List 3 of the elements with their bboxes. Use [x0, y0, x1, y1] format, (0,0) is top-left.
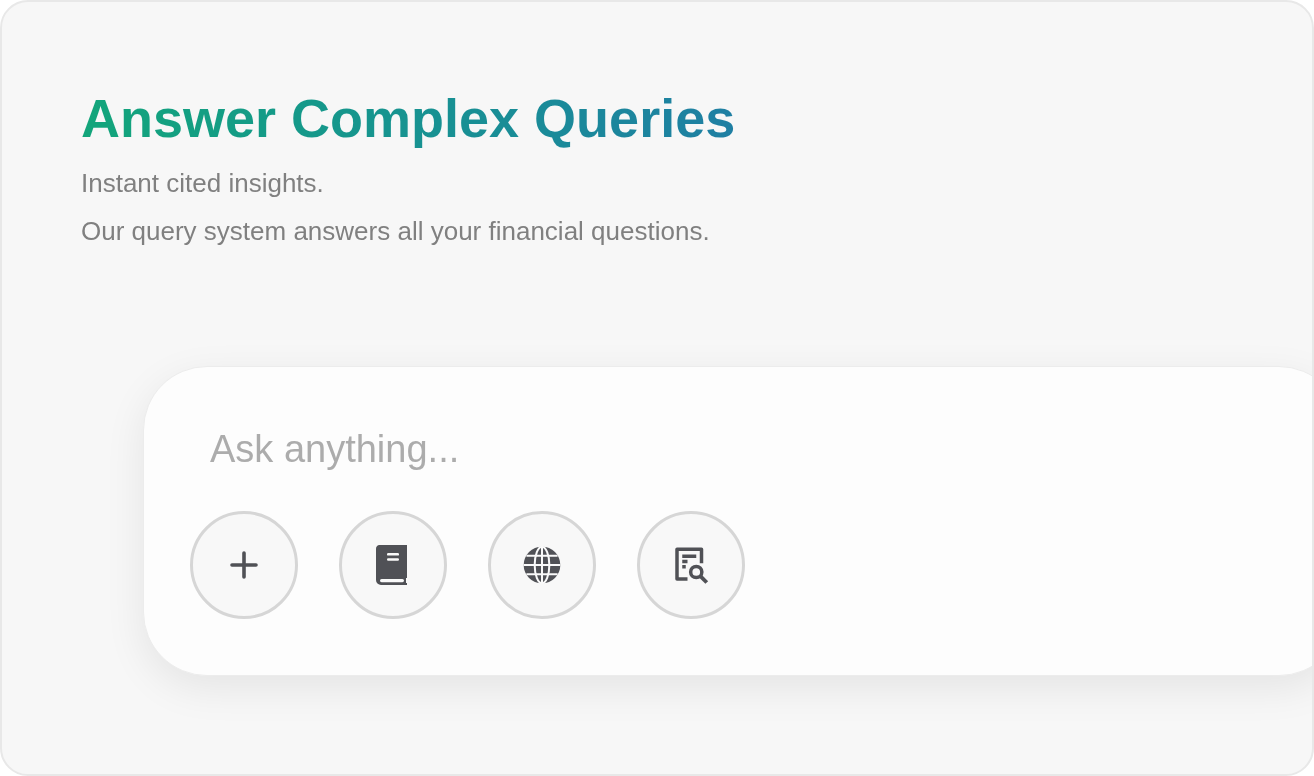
- subtitle-text: Instant cited insights.: [81, 168, 325, 198]
- query-input[interactable]: Ask anything...: [190, 419, 1090, 479]
- subtitle-text: Our query system answers all your financial questions.: [81, 216, 711, 246]
